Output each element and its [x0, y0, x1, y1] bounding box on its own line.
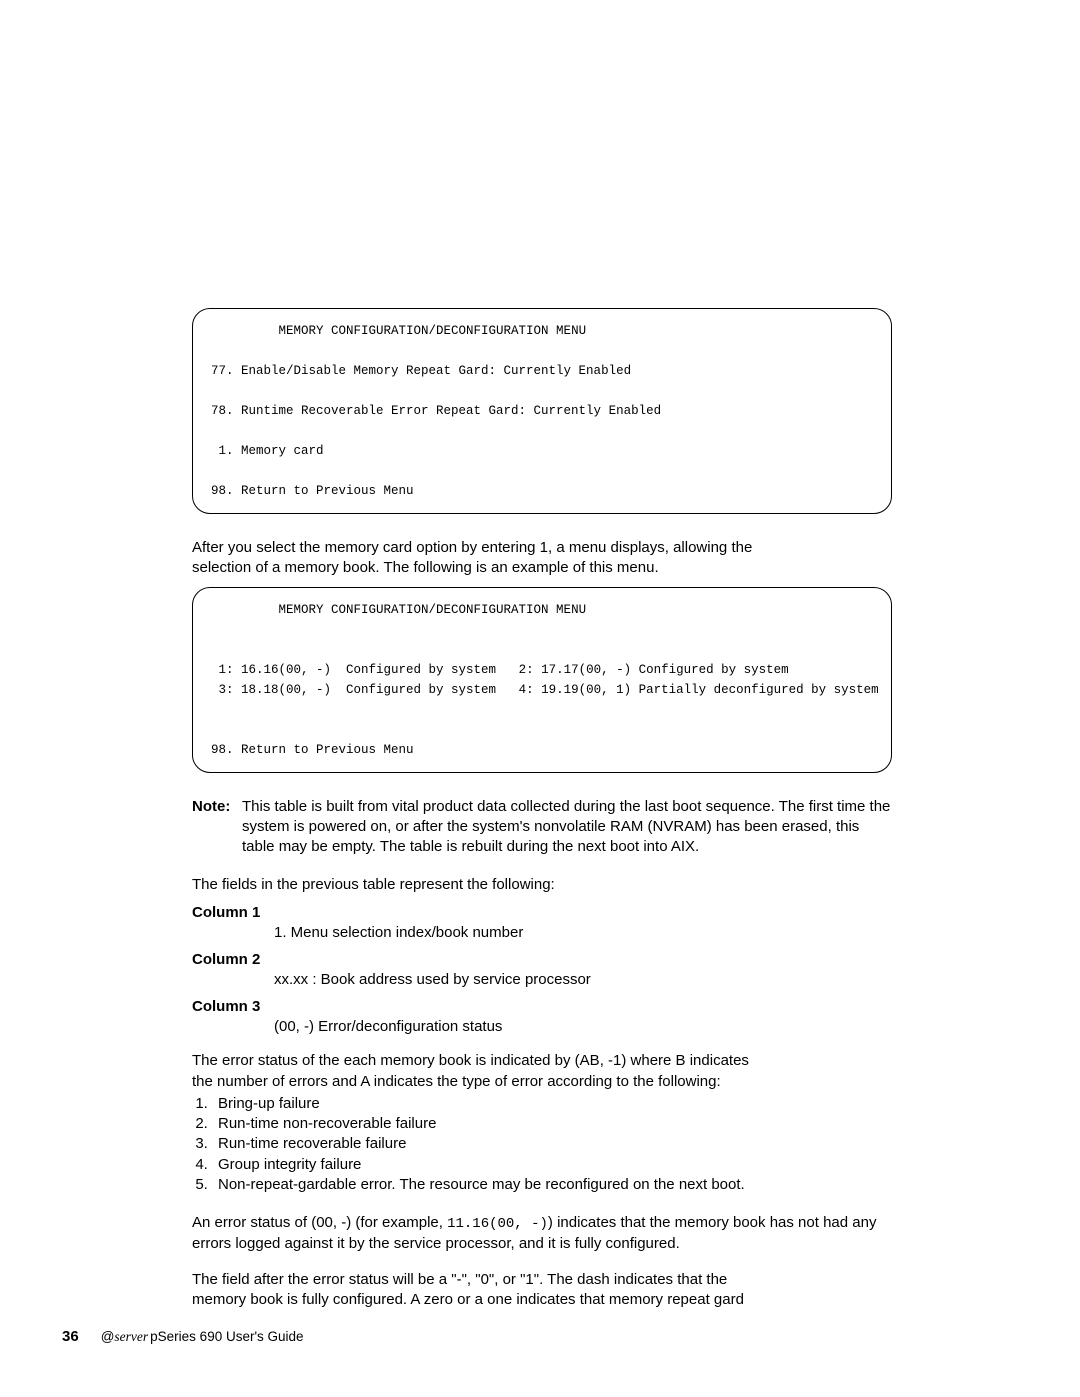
field-after-b: memory book is fully configured. A zero … [192, 1291, 744, 1308]
footer-brand: @server [101, 1329, 148, 1345]
menu2-row1b: 2: 17.17(00, -) Configured by system [519, 663, 789, 677]
menu2-row1: 1: 16.16(00, -) Configured by system 2: … [211, 663, 789, 677]
column-2-block: Column 2 xx.xx : Book address used by se… [192, 951, 892, 990]
menu2-row1a: 1: 16.16(00, -) Configured by system [211, 663, 496, 677]
menu1-title: MEMORY CONFIGURATION/DECONFIGURATION MEN… [211, 324, 586, 338]
note-label: Note: [192, 797, 242, 858]
menu1-item-78: 78. Runtime Recoverable Error Repeat Gar… [211, 404, 661, 418]
menu2-title: MEMORY CONFIGURATION/DECONFIGURATION MEN… [211, 603, 586, 617]
error-type-1: Bring-up failure [212, 1094, 892, 1114]
column-1-label: Column 1 [192, 904, 892, 921]
menu2-row2b: 4: 19.19(00, 1) Partially deconfigured b… [519, 683, 879, 697]
status-00-paragraph: An error status of (00, -) (for example,… [192, 1213, 892, 1254]
menu1-item-1: 1. Memory card [211, 444, 324, 458]
error-intro-b: the number of errors and A indicates the… [192, 1073, 721, 1090]
document-page: MEMORY CONFIGURATION/DECONFIGURATION MEN… [0, 0, 1080, 1397]
field-after-paragraph: The field after the error status will be… [192, 1270, 892, 1311]
menu2-title-text: MEMORY CONFIGURATION/DECONFIGURATION MEN… [279, 603, 587, 617]
brand-text: server [114, 1329, 148, 1344]
menu2-return: 98. Return to Previous Menu [211, 743, 414, 757]
column-3-block: Column 3 (00, -) Error/deconfiguration s… [192, 998, 892, 1037]
field-after-a: The field after the error status will be… [192, 1271, 727, 1288]
error-type-2: Run-time non-recoverable failure [212, 1114, 892, 1134]
footer-title: pSeries 690 User's Guide [150, 1329, 303, 1344]
para1-line2: selection of a memory book. The followin… [192, 559, 659, 576]
column-2-label: Column 2 [192, 951, 892, 968]
column-3-desc: (00, -) Error/deconfiguration status [274, 1017, 892, 1037]
column-1-desc: 1. Menu selection index/book number [274, 923, 892, 943]
status00-code: 11.16(00, -) [447, 1216, 548, 1232]
note-block: Note: This table is built from vital pro… [192, 797, 892, 858]
note-text: This table is built from vital product d… [242, 797, 892, 858]
para1-line1: After you select the memory card option … [192, 539, 752, 556]
page-footer: 36 @server pSeries 690 User's Guide [62, 1328, 304, 1345]
error-type-4: Group integrity failure [212, 1155, 892, 1175]
error-intro-a: The error status of the each memory book… [192, 1052, 749, 1069]
column-3-label: Column 3 [192, 998, 892, 1015]
column-1-block: Column 1 1. Menu selection index/book nu… [192, 904, 892, 943]
menu2-row2a: 3: 18.18(00, -) Configured by system [211, 683, 496, 697]
status00-pre: An error status of (00, -) (for example, [192, 1214, 447, 1231]
fields-intro: The fields in the previous table represe… [192, 875, 892, 895]
terminal-menu-2: MEMORY CONFIGURATION/DECONFIGURATION MEN… [192, 587, 892, 773]
terminal-menu-1: MEMORY CONFIGURATION/DECONFIGURATION MEN… [192, 308, 892, 514]
error-type-3: Run-time recoverable failure [212, 1134, 892, 1154]
column-2-desc: xx.xx : Book address used by service pro… [274, 970, 892, 990]
error-type-5: Non-repeat-gardable error. The resource … [212, 1175, 892, 1195]
menu1-item-98: 98. Return to Previous Menu [211, 484, 414, 498]
error-type-list: Bring-up failure Run-time non-recoverabl… [192, 1094, 892, 1195]
page-number: 36 [62, 1328, 79, 1345]
error-status-intro: The error status of the each memory book… [192, 1051, 892, 1092]
menu1-title-text: MEMORY CONFIGURATION/DECONFIGURATION MEN… [279, 324, 587, 338]
menu1-item-77: 77. Enable/Disable Memory Repeat Gard: C… [211, 364, 631, 378]
paragraph-after-menu1: After you select the memory card option … [192, 538, 892, 579]
brand-e-icon: @ [101, 1329, 115, 1344]
page-content: MEMORY CONFIGURATION/DECONFIGURATION MEN… [192, 308, 892, 1319]
menu2-row2: 3: 18.18(00, -) Configured by system 4: … [211, 683, 879, 697]
